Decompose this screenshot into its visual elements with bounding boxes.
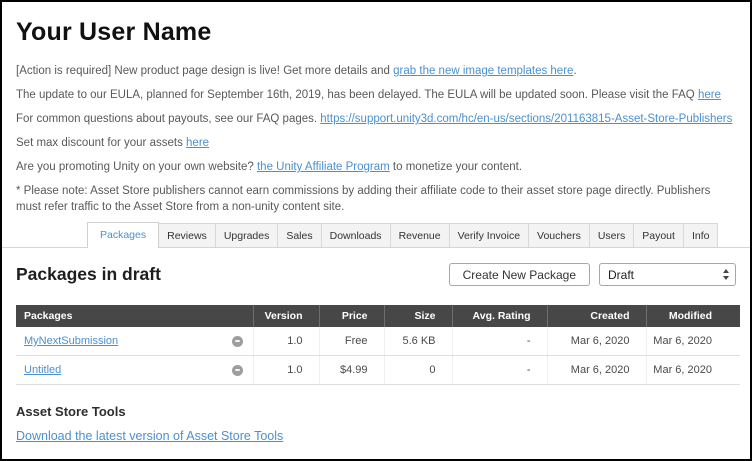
tab-bar: PackagesReviewsUpgradesSalesDownloadsRev…: [2, 223, 750, 248]
notice-paragraph: [Action is required] New product page de…: [16, 63, 736, 79]
tab-packages[interactable]: Packages: [87, 222, 159, 248]
table-row: Untitled1.0$4.990-Mar 6, 2020Mar 6, 2020: [16, 356, 740, 385]
publisher-portal-page: { "header": { "title": "Your User Name" …: [0, 0, 752, 461]
notice-paragraph: Set max discount for your assets here: [16, 135, 736, 151]
notice-text: Set max discount for your assets: [16, 137, 186, 149]
package-name-link[interactable]: Untitled: [24, 364, 61, 376]
column-header-size: Size: [384, 305, 452, 327]
notice-paragraph: For common questions about payouts, see …: [16, 111, 736, 127]
tab-vouchers[interactable]: Vouchers: [528, 223, 590, 247]
page-title: Your User Name: [16, 18, 736, 46]
notice-link[interactable]: the Unity Affiliate Program: [257, 161, 390, 173]
column-header-version: Version: [253, 305, 319, 327]
table-header-row: PackagesVersionPriceSizeAvg. RatingCreat…: [16, 305, 740, 327]
draft-status-minus-circle-icon: [232, 336, 243, 347]
column-header-packages: Packages: [16, 305, 253, 327]
create-new-package-button[interactable]: Create New Package: [449, 263, 590, 286]
price-cell: Free: [319, 327, 384, 356]
package-name-link[interactable]: MyNextSubmission: [24, 335, 118, 347]
created-cell: Mar 6, 2020: [547, 327, 646, 356]
select-selected-value: Draft: [608, 268, 634, 282]
tab-info[interactable]: Info: [683, 223, 719, 247]
tab-upgrades[interactable]: Upgrades: [215, 223, 279, 247]
column-header-modified: Modified: [646, 305, 740, 327]
tab-verify-invoice[interactable]: Verify Invoice: [449, 223, 529, 247]
size-cell: 5.6 KB: [384, 327, 452, 356]
tab-users[interactable]: Users: [589, 223, 634, 247]
package-controls: Create New Package Draft: [449, 263, 736, 286]
notice-text: For common questions about payouts, see …: [16, 113, 320, 125]
price-cell: $4.99: [319, 356, 384, 385]
packages-section-header: Packages in draft Create New Package Dra…: [16, 263, 736, 286]
column-header-created: Created: [547, 305, 646, 327]
notice-text: * Please note: Asset Store publishers ca…: [16, 185, 710, 213]
modified-cell: Mar 6, 2020: [646, 356, 740, 385]
download-asset-store-tools-link[interactable]: Download the latest version of Asset Sto…: [16, 429, 283, 443]
notice-link[interactable]: here: [186, 137, 209, 149]
notice-text: Are you promoting Unity on your own webs…: [16, 161, 257, 173]
notices-list: [Action is required] New product page de…: [16, 63, 736, 215]
notice-text: .: [573, 65, 576, 77]
select-stepper-icon: [723, 269, 729, 280]
size-cell: 0: [384, 356, 452, 385]
notice-paragraph: * Please note: Asset Store publishers ca…: [16, 183, 736, 215]
tab-reviews[interactable]: Reviews: [158, 223, 216, 247]
tab-revenue[interactable]: Revenue: [390, 223, 450, 247]
version-cell: 1.0: [253, 356, 319, 385]
package-name-cell: MyNextSubmission: [16, 327, 253, 356]
draft-status-minus-circle-icon: [232, 365, 243, 376]
tab-payout[interactable]: Payout: [633, 223, 684, 247]
tab-sales[interactable]: Sales: [277, 223, 321, 247]
table-row: MyNextSubmission1.0Free5.6 KB-Mar 6, 202…: [16, 327, 740, 356]
packages-in-draft-heading: Packages in draft: [16, 264, 161, 285]
notice-text: [Action is required] New product page de…: [16, 65, 393, 77]
column-header-avg-rating: Avg. Rating: [452, 305, 547, 327]
notice-text: to monetize your content.: [390, 161, 522, 173]
package-status-select[interactable]: Draft: [599, 263, 736, 286]
notice-link[interactable]: grab the new image templates here: [393, 65, 573, 77]
modified-cell: Mar 6, 2020: [646, 327, 740, 356]
packages-table: PackagesVersionPriceSizeAvg. RatingCreat…: [16, 305, 740, 385]
asset-store-tools-heading: Asset Store Tools: [16, 404, 736, 419]
version-cell: 1.0: [253, 327, 319, 356]
notice-text: The update to our EULA, planned for Sept…: [16, 89, 698, 101]
notice-paragraph: The update to our EULA, planned for Sept…: [16, 87, 736, 103]
created-cell: Mar 6, 2020: [547, 356, 646, 385]
column-header-price: Price: [319, 305, 384, 327]
avg-rating-cell: -: [452, 327, 547, 356]
package-name-cell: Untitled: [16, 356, 253, 385]
notice-link[interactable]: https://support.unity3d.com/hc/en-us/sec…: [320, 113, 732, 125]
notice-paragraph: Are you promoting Unity on your own webs…: [16, 159, 736, 175]
notice-link[interactable]: here: [698, 89, 721, 101]
tab-downloads[interactable]: Downloads: [321, 223, 391, 247]
avg-rating-cell: -: [452, 356, 547, 385]
